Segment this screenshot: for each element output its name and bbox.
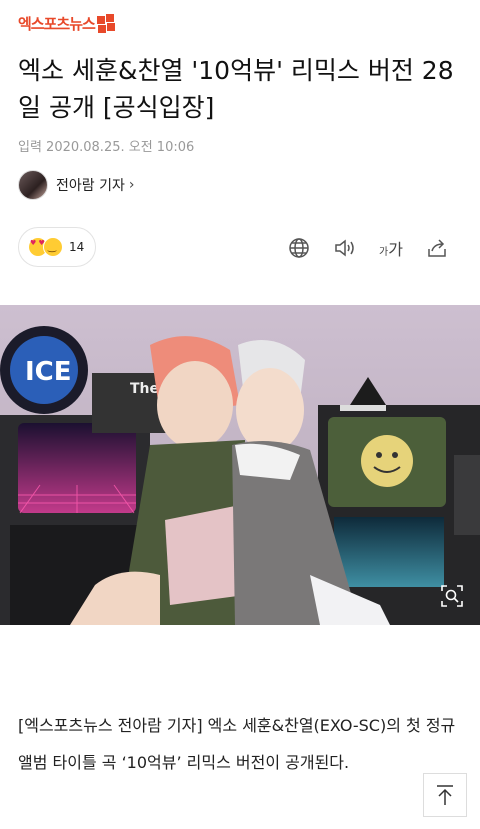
font-size-small-label: 가: [379, 247, 389, 258]
scroll-to-top-button[interactable]: [423, 773, 467, 817]
article-headline: 엑소 세훈&찬열 '10억뷰' 리믹스 버전 28일 공개 [공식입장]: [18, 56, 454, 122]
photo-illustration: ICE The: [0, 305, 480, 625]
site-logo[interactable]: 엑스포츠뉴스: [18, 12, 115, 34]
reporter-avatar: [18, 170, 48, 200]
font-size-large-label: 가: [388, 240, 403, 259]
article-dateline: 입력 2020.08.25. 오전 10:06: [18, 140, 195, 155]
reporter-byline[interactable]: 전아람 기자 ›: [18, 170, 134, 200]
chevron-right-icon: ›: [128, 177, 135, 193]
logo-text: 엑스포츠뉴스: [18, 14, 96, 33]
speaker-icon: [335, 239, 354, 257]
logo-mark-icon: [96, 14, 115, 33]
reaction-count: 14: [69, 240, 85, 254]
share-button[interactable]: [414, 234, 460, 262]
arrow-up-icon: [437, 785, 453, 805]
smile-emoji-icon: [43, 237, 63, 257]
reaction-button[interactable]: 14: [18, 227, 96, 267]
translate-button[interactable]: [276, 234, 322, 262]
globe-icon: [289, 238, 309, 258]
zoom-icon: [441, 585, 463, 607]
photo-sign-text-2: The: [130, 381, 159, 397]
font-size-icon: 가가: [379, 236, 403, 260]
article-toolbar: 가가: [276, 234, 460, 262]
text-to-speech-button[interactable]: [322, 234, 368, 262]
article-photo[interactable]: ICE The: [0, 305, 480, 625]
article-body-paragraph: [엑스포츠뉴스 전아람 기자] 엑소 세훈&찬열(EXO-SC)의 첫 정규 앨…: [18, 716, 456, 772]
reporter-name: 전아람 기자: [56, 178, 125, 194]
photo-sign-text: ICE: [25, 357, 72, 387]
photo-zoom-button[interactable]: [438, 582, 466, 610]
font-size-button[interactable]: 가가: [368, 234, 414, 262]
share-icon: [428, 239, 446, 257]
